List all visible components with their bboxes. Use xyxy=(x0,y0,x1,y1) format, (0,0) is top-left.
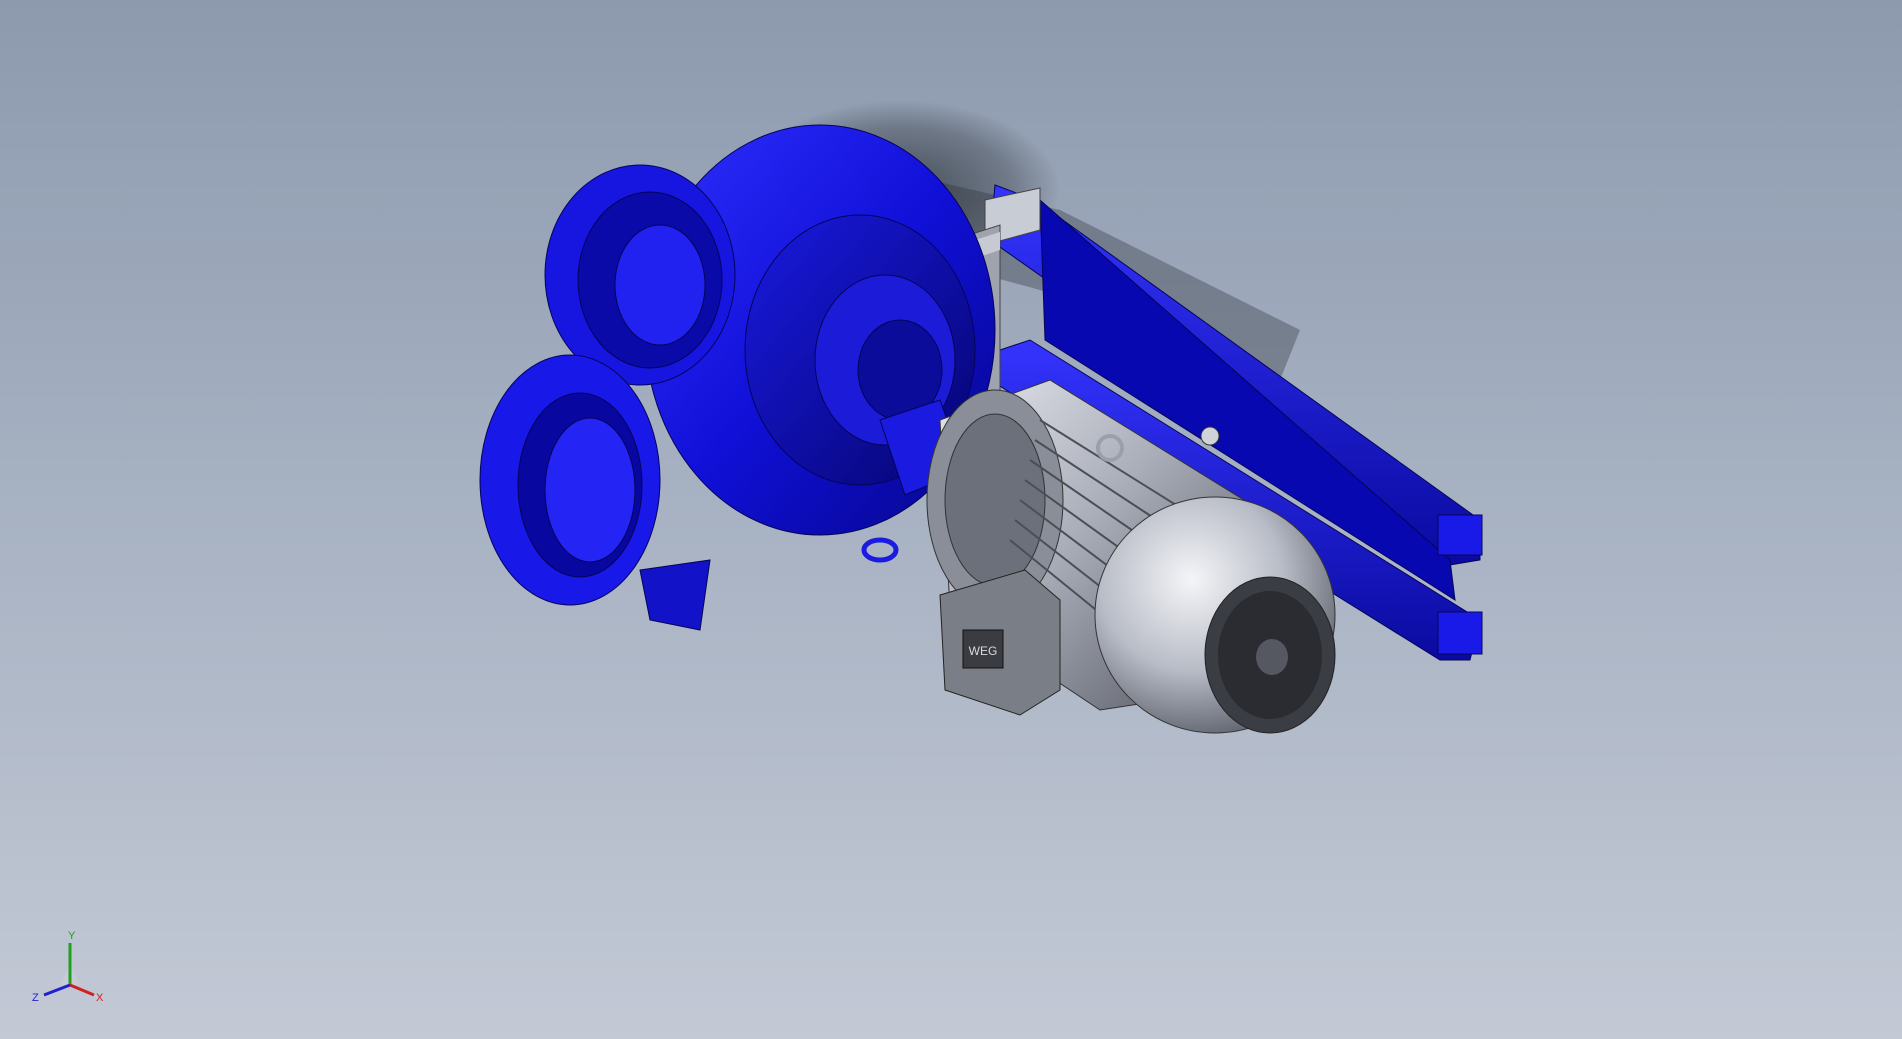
x-axis-label: X xyxy=(96,992,104,1004)
x-axis xyxy=(69,983,95,997)
y-axis-label: Y xyxy=(68,930,76,942)
reference-triad[interactable]: Y X Z xyxy=(30,925,110,1005)
terminal-box[interactable]: WEG xyxy=(939,569,1061,716)
z-axis-label: Z xyxy=(32,992,39,1004)
nameplate-text: WEG xyxy=(969,644,998,658)
graphics-viewport[interactable]: WEG Y X Z xyxy=(0,0,1902,1039)
z-axis xyxy=(43,983,71,997)
model-scene[interactable]: WEG xyxy=(0,0,1902,1039)
motor-fan-cover[interactable] xyxy=(1094,496,1336,734)
suction-flange[interactable] xyxy=(544,164,736,386)
